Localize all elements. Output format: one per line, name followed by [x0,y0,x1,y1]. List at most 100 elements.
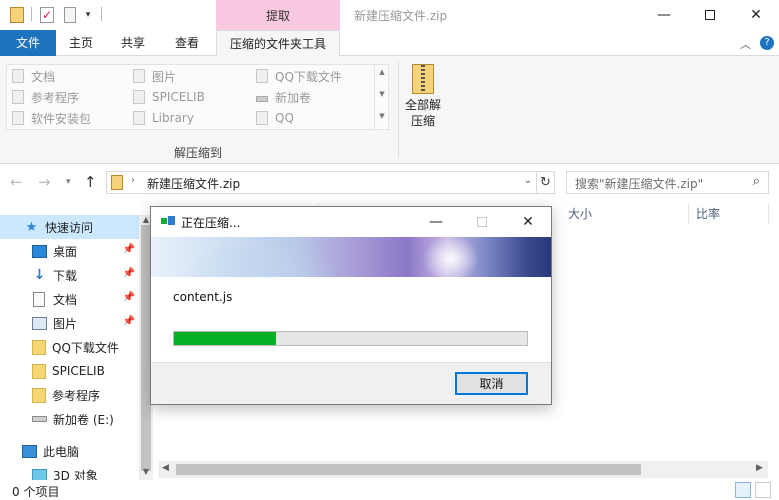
group-label: 解压缩到 [173,146,222,160]
tab-share[interactable]: 共享 [110,30,156,56]
picture-icon [32,316,47,330]
gallery-item[interactable]: 参考程序 [12,88,79,106]
more-icon[interactable]: ▼ [375,112,389,120]
nav-item-qq-downloads[interactable]: QQ下载文件 [0,335,139,359]
gallery-scrollbar[interactable]: ▲ ▼ ▼ [374,65,388,129]
scroll-down-icon[interactable]: ▼ [139,467,153,476]
close-icon: ✕ [750,7,762,23]
gallery-item[interactable]: 新加卷 [256,88,311,106]
search-placeholder: 搜索"新建压缩文件.zip" [575,177,704,191]
current-file-name: content.js [173,290,233,304]
extract-all-button[interactable]: 全部解 压缩 [400,60,446,140]
nav-item-new-volume-e[interactable]: 新加卷 (E:) [0,407,139,431]
customize-toolbar-icon[interactable]: ▾ [82,6,94,24]
tab-compressed-folder-tools[interactable]: 压缩的文件夹工具 [216,30,340,57]
minimize-button[interactable]: — [641,0,687,30]
pin-icon: 📌 [122,292,135,303]
scroll-right-icon[interactable]: ▶ [756,463,763,473]
gallery-item[interactable]: Library [133,109,194,127]
dialog-footer: 取消 [151,362,551,404]
forward-icon[interactable]: → [38,173,51,191]
pin-icon: 📌 [122,316,135,327]
content-horizontal-scrollbar[interactable]: ◀ ▶ [158,461,768,478]
dialog-title-bar: 正在压缩... — ✕ [151,207,551,237]
maximize-button[interactable] [687,0,733,30]
help-icon[interactable]: ? [760,36,774,50]
nav-item-reference-programs[interactable]: 参考程序 [0,383,139,407]
gallery-item[interactable]: QQ [256,109,294,127]
title-bar: ✓ ▾ 提取 新建压缩文件.zip — ✕ [0,0,779,30]
nav-item-this-pc[interactable]: 此电脑 [0,439,139,463]
chevron-down-icon[interactable]: ⌄ [524,175,532,186]
folder-icon [133,90,145,104]
nav-item-documents[interactable]: 文档 📌 [0,287,139,311]
progress-fill [174,332,277,345]
compression-progress-bar [173,331,528,346]
scrollbar-thumb[interactable] [176,464,641,475]
maximize-icon [477,217,487,227]
computer-icon [22,444,37,458]
pin-icon: 📌 [122,268,135,279]
column-divider[interactable] [688,203,689,225]
zip-folder-icon [8,6,26,24]
tab-view[interactable]: 查看 [164,30,210,56]
tab-file[interactable]: 文件 [0,30,56,56]
download-icon: ↓ [33,267,46,283]
document-icon [33,291,45,307]
ribbon-panel: 文档 参考程序 软件安装包 图片 SPICELIB Library QQ下载文件… [0,56,779,164]
refresh-button[interactable]: ↻ [537,171,555,194]
recent-locations-icon[interactable]: ▾ [66,177,71,187]
chevron-right-icon[interactable]: › [131,175,135,186]
divider [101,7,102,21]
address-path[interactable]: 新建压缩文件.zip [147,175,240,192]
column-header-size[interactable]: 大小 [568,203,592,225]
chevron-down-icon[interactable]: ▼ [375,90,389,98]
collapse-ribbon-icon[interactable]: ︿ [740,36,751,52]
compressing-dialog: 正在压缩... — ✕ content.js 取消 [150,206,552,405]
search-input[interactable]: 搜索"新建压缩文件.zip" ⌕ [566,171,769,194]
drive-icon [256,96,268,102]
search-icon[interactable]: ⌕ [753,174,760,189]
nav-item-desktop[interactable]: 桌面 📌 [0,239,139,263]
gallery-item[interactable]: 文档 [12,67,55,85]
folder-icon [32,363,46,379]
desktop-icon [32,244,47,258]
cancel-button[interactable]: 取消 [455,372,528,395]
column-header-ratio[interactable]: 比率 [696,203,720,225]
column-divider[interactable] [768,203,769,225]
address-bar[interactable]: › 新建压缩文件.zip ⌄ [106,171,537,194]
gallery-item[interactable]: 软件安装包 [12,109,91,127]
properties-icon[interactable]: ✓ [38,6,56,24]
gallery-item[interactable]: 图片 [133,67,176,85]
minimize-icon: — [429,214,443,230]
pin-icon: 📌 [122,244,135,255]
dialog-minimize-button[interactable]: — [413,207,459,237]
folder-icon [12,90,24,104]
gallery-item[interactable]: SPICELIB [133,88,205,106]
chevron-up-icon[interactable]: ▲ [375,68,389,76]
nav-item-pictures[interactable]: 图片 📌 [0,311,139,335]
nav-item-quick-access[interactable]: ★ 快速访问 [0,215,139,239]
tab-home[interactable]: 主页 [58,30,104,56]
back-icon[interactable]: ← [10,173,23,191]
nav-item-3d-objects[interactable]: 3D 对象 [0,463,139,481]
details-view-icon[interactable] [735,482,751,498]
large-icons-view-icon[interactable] [755,482,771,498]
close-button[interactable]: ✕ [733,0,779,30]
status-bar: 0 个项目 [0,480,779,500]
document-icon [12,69,24,83]
divider [31,7,32,21]
minimize-icon: — [657,7,671,23]
dialog-close-button[interactable]: ✕ [505,207,551,237]
folder-icon [256,69,268,83]
nav-item-downloads[interactable]: ↓ 下载 📌 [0,263,139,287]
maximize-icon [705,10,715,20]
up-icon[interactable]: ↑ [84,173,97,191]
nav-item-spicelib[interactable]: SPICELIB [0,359,139,383]
gallery-item[interactable]: QQ下载文件 [256,67,342,85]
new-folder-icon[interactable] [62,6,78,24]
context-tab-extract: 提取 [216,0,340,30]
dialog-banner [151,237,551,277]
scroll-left-icon[interactable]: ◀ [162,463,169,473]
ribbon-tabs: 文件 主页 共享 查看 压缩的文件夹工具 ︿ ? [0,30,779,57]
